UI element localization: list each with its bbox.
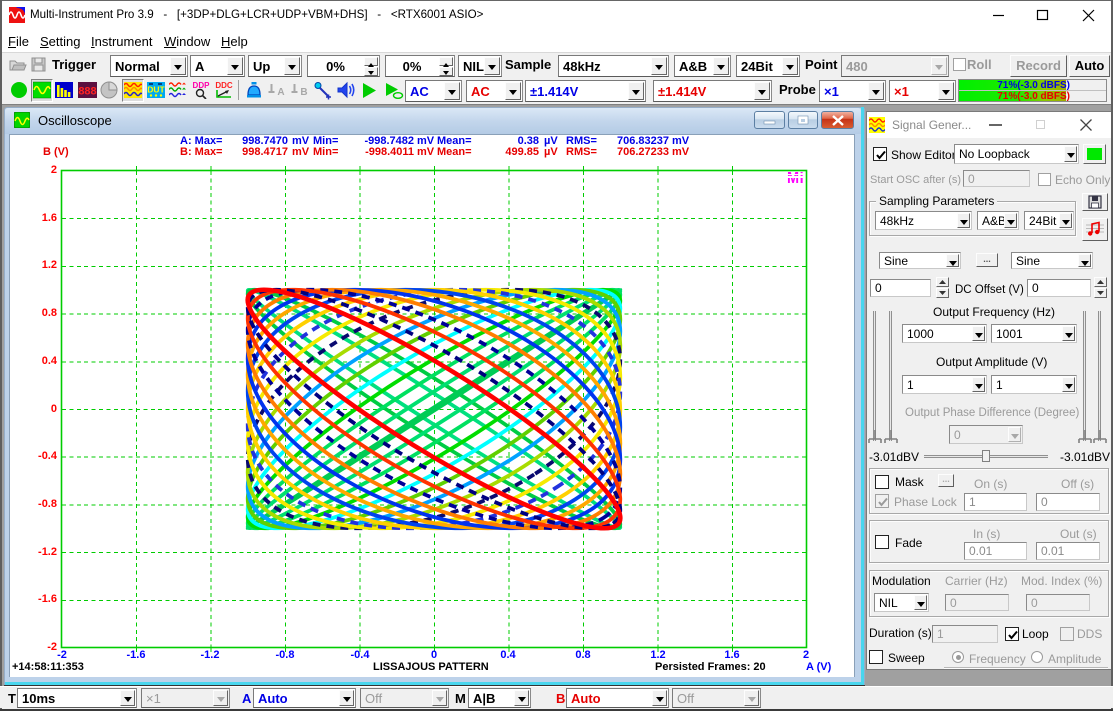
svg-text:B: B bbox=[300, 87, 307, 98]
svg-text:A: A bbox=[277, 87, 284, 98]
svg-text:DUT: DUT bbox=[147, 85, 165, 95]
svg-text:DDC: DDC bbox=[215, 81, 233, 90]
svg-text:DDP: DDP bbox=[193, 81, 210, 90]
svg-text:888: 888 bbox=[78, 86, 96, 98]
